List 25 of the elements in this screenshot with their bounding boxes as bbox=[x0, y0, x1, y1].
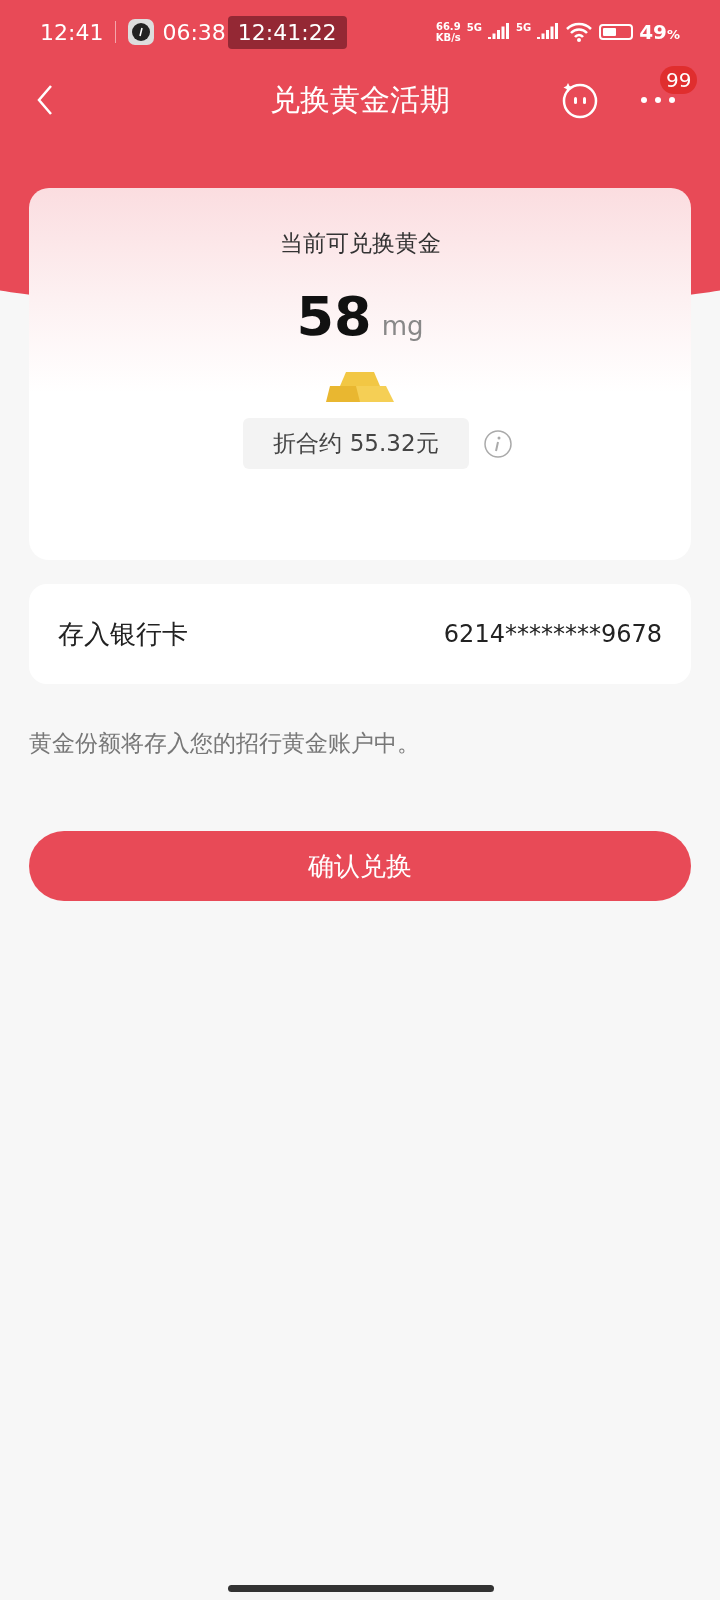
more-icon[interactable] bbox=[640, 96, 676, 104]
amount-unit: mg bbox=[381, 311, 424, 341]
battery-percent: 49% bbox=[639, 20, 680, 44]
wifi-icon bbox=[565, 22, 594, 42]
signal-icon bbox=[537, 23, 560, 41]
status-time: 12:41 bbox=[40, 19, 104, 45]
smiley-icon[interactable] bbox=[561, 81, 599, 119]
deposit-row[interactable]: 存入银行卡 6214********9678 bbox=[29, 584, 691, 684]
exchange-label: 当前可兑换黄金 bbox=[279, 229, 441, 258]
note-text: 黄金份额将存入您的招行黄金账户中。 bbox=[29, 729, 421, 758]
page-title: 兑换黄金活期 bbox=[270, 80, 450, 119]
approx-value: 折合约 55.32元 bbox=[243, 418, 469, 469]
network-type: 5G bbox=[515, 22, 532, 33]
signal-icon bbox=[487, 23, 510, 41]
exchange-amount: 58 bbox=[296, 285, 372, 348]
confirm-button[interactable]: 确认兑换 bbox=[29, 831, 691, 901]
deposit-label: 存入银行卡 bbox=[58, 617, 188, 651]
clock-time: 06:38 bbox=[162, 19, 226, 45]
network-type: 5G bbox=[466, 22, 482, 33]
time-overlay: 12:41:22 bbox=[227, 15, 347, 49]
network-speed: 66.9 KB/s bbox=[435, 21, 461, 43]
info-icon[interactable] bbox=[482, 428, 513, 459]
card-number: 6214********9678 bbox=[443, 620, 662, 648]
battery-icon bbox=[599, 24, 634, 40]
clock-icon bbox=[128, 19, 155, 45]
